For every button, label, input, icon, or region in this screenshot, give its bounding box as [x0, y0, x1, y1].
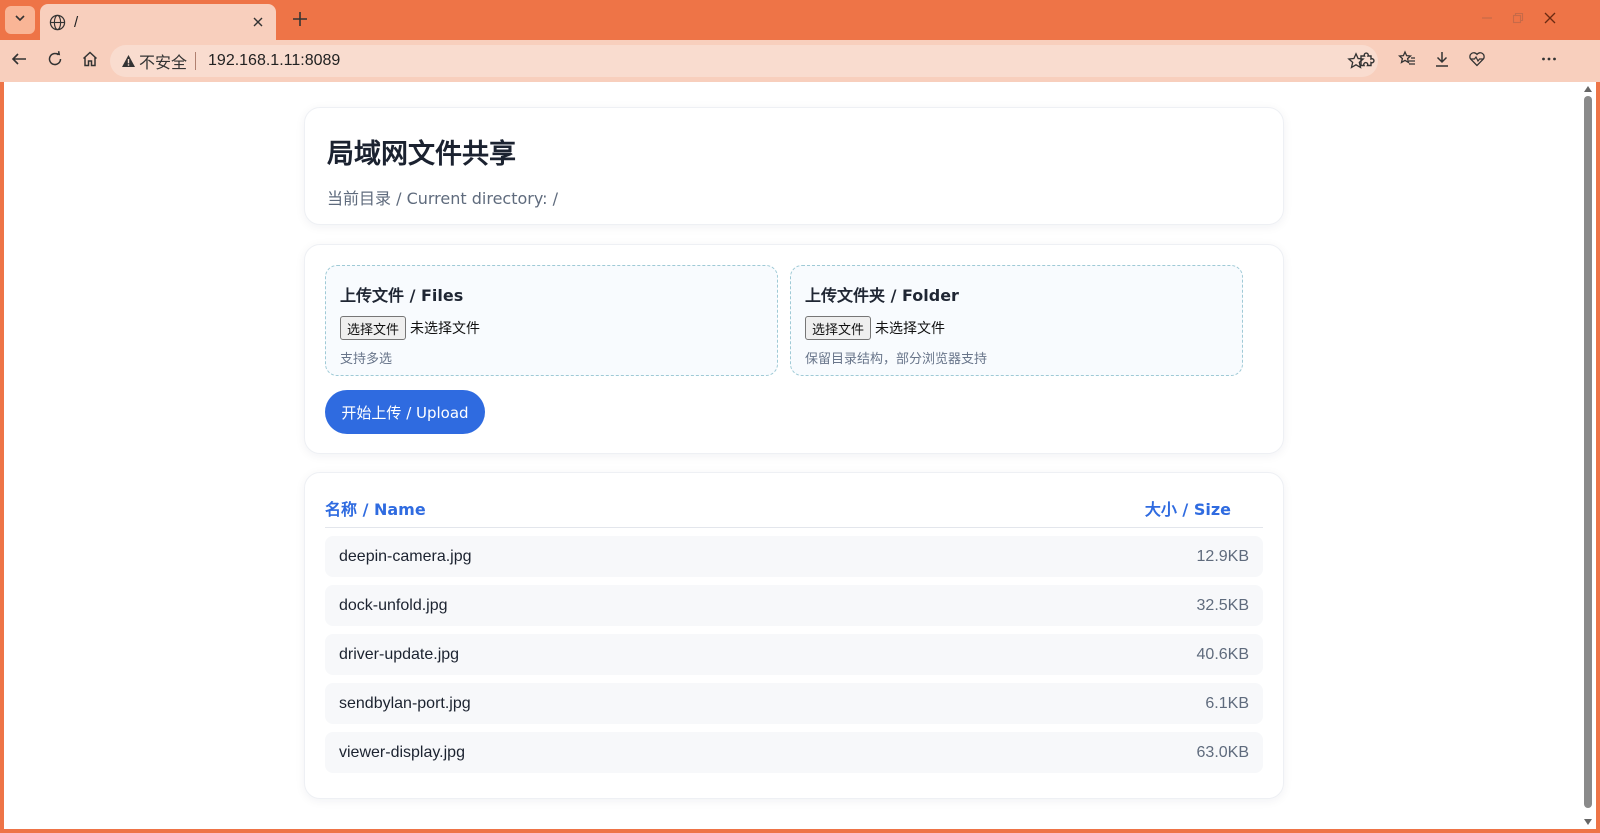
- files-input: 选择文件 未选择文件: [340, 316, 763, 340]
- file-list: deepin-camera.jpg 12.9KB dock-unfold.jpg…: [325, 536, 1263, 773]
- tab-active[interactable]: /: [40, 4, 276, 40]
- new-tab-button[interactable]: [288, 9, 312, 33]
- scrollbar-thumb[interactable]: [1584, 96, 1592, 808]
- tab-search-button[interactable]: [5, 6, 35, 34]
- reload-icon: [46, 50, 64, 73]
- globe-icon: [48, 13, 66, 31]
- close-window-button[interactable]: [1541, 11, 1559, 29]
- folder-upload-title: 上传文件夹 / Folder: [805, 286, 959, 305]
- files-upload-box: 上传文件 / Files 选择文件 未选择文件 支持多选: [325, 265, 778, 376]
- chevron-down-icon: [13, 11, 27, 30]
- upload-button[interactable]: 开始上传 / Upload: [325, 390, 485, 434]
- file-name-link[interactable]: dock-unfold.jpg: [339, 597, 448, 615]
- favorites-icon: [1397, 49, 1416, 73]
- column-header-size[interactable]: 大小 / Size: [1145, 496, 1231, 520]
- url-text[interactable]: 192.168.1.11:8089: [208, 52, 340, 70]
- file-list-header: 名称 / Name 大小 / Size: [325, 489, 1263, 528]
- column-header-name[interactable]: 名称 / Name: [325, 496, 426, 520]
- file-row[interactable]: sendbylan-port.jpg 6.1KB: [325, 683, 1263, 724]
- file-name-link[interactable]: sendbylan-port.jpg: [339, 695, 471, 713]
- tab-strip: /: [0, 0, 1600, 40]
- restore-button[interactable]: [1509, 11, 1527, 29]
- file-size: 6.1KB: [1205, 694, 1249, 712]
- files-hint: 支持多选: [340, 352, 393, 367]
- address-divider: [195, 52, 197, 70]
- scroll-down-arrow-icon[interactable]: [1584, 819, 1592, 825]
- file-row[interactable]: driver-update.jpg 40.6KB: [325, 634, 1263, 675]
- page-scrollbar[interactable]: [1580, 82, 1596, 829]
- puzzle-icon: [1358, 50, 1376, 73]
- plus-icon: [292, 11, 308, 32]
- folder-selection-status: 未选择文件: [875, 321, 946, 337]
- file-list-card: 名称 / Name 大小 / Size deepin-camera.jpg 12…: [304, 472, 1284, 799]
- page-title: 局域网文件共享: [327, 139, 516, 170]
- downloads-button[interactable]: [1429, 48, 1455, 74]
- choose-files-button[interactable]: 选择文件: [340, 316, 407, 340]
- choose-folder-button[interactable]: 选择文件: [805, 316, 872, 340]
- download-icon: [1433, 50, 1451, 73]
- address-bar[interactable]: 不安全 192.168.1.11:8089: [110, 45, 1378, 77]
- arrow-left-icon: [10, 50, 28, 73]
- files-selection-status: 未选择文件: [410, 321, 481, 337]
- file-row[interactable]: dock-unfold.jpg 32.5KB: [325, 585, 1263, 626]
- extensions-button[interactable]: [1354, 48, 1380, 74]
- files-upload-title: 上传文件 / Files: [340, 286, 464, 305]
- performance-button[interactable]: [1464, 48, 1490, 74]
- minimize-icon: [1481, 11, 1493, 29]
- tab-title: /: [74, 13, 79, 31]
- file-size: 63.0KB: [1196, 743, 1249, 761]
- folder-hint: 保留目录结构，部分浏览器支持: [805, 352, 988, 367]
- security-status-label[interactable]: 不安全: [139, 49, 187, 73]
- close-tab-icon[interactable]: [248, 12, 268, 32]
- scroll-up-arrow-icon[interactable]: [1584, 86, 1592, 92]
- warning-icon[interactable]: [120, 53, 136, 69]
- back-button[interactable]: [6, 48, 32, 74]
- folder-upload-box: 上传文件夹 / Folder 选择文件 未选择文件 保留目录结构，部分浏览器支持: [790, 265, 1243, 376]
- current-directory: 当前目录 / Current directory: /: [327, 189, 559, 208]
- reload-button[interactable]: [42, 48, 68, 74]
- file-name-link[interactable]: driver-update.jpg: [339, 646, 459, 664]
- minimize-button[interactable]: [1478, 11, 1496, 29]
- folder-input: 选择文件 未选择文件: [805, 316, 1228, 340]
- file-size: 32.5KB: [1196, 596, 1249, 614]
- more-menu-button[interactable]: [1536, 48, 1562, 74]
- file-row[interactable]: deepin-camera.jpg 12.9KB: [325, 536, 1263, 577]
- home-button[interactable]: [77, 48, 103, 74]
- header-card: 局域网文件共享 当前目录 / Current directory: /: [304, 107, 1284, 225]
- close-icon: [1544, 11, 1556, 29]
- upload-card: 上传文件 / Files 选择文件 未选择文件 支持多选 上传文件夹 / Fol…: [304, 244, 1284, 454]
- file-size: 40.6KB: [1196, 645, 1249, 663]
- page-viewport: 局域网文件共享 当前目录 / Current directory: / 上传文件…: [4, 82, 1580, 829]
- heart-pulse-icon: [1468, 50, 1486, 73]
- home-icon: [81, 50, 99, 73]
- file-row[interactable]: viewer-display.jpg 63.0KB: [325, 732, 1263, 773]
- file-name-link[interactable]: deepin-camera.jpg: [339, 548, 472, 566]
- favorites-button[interactable]: [1394, 48, 1420, 74]
- more-icon: [1540, 50, 1558, 73]
- restore-icon: [1512, 11, 1524, 29]
- file-size: 12.9KB: [1196, 547, 1249, 565]
- file-name-link[interactable]: viewer-display.jpg: [339, 744, 465, 762]
- browser-toolbar: 不安全 192.168.1.11:8089: [0, 40, 1600, 113]
